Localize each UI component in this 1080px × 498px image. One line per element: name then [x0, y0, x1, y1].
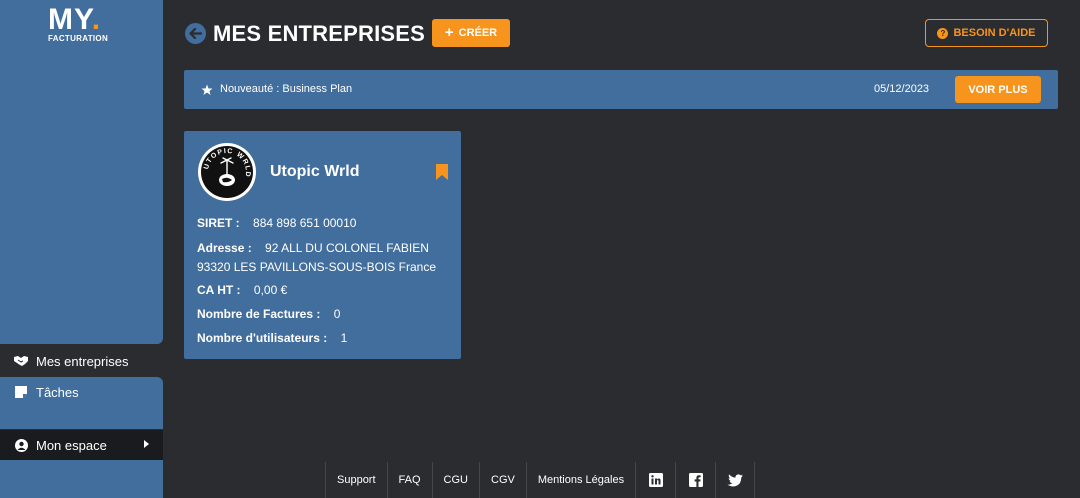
invoices-label: Nombre de Factures : — [197, 307, 321, 321]
users-value: 1 — [340, 331, 348, 345]
siret-value: 884 898 651 00010 — [253, 216, 357, 230]
handshake-icon — [14, 354, 28, 368]
address-line1: 92 ALL DU COLONEL FABIEN — [265, 241, 429, 255]
facebook-icon[interactable] — [675, 462, 715, 498]
address-row: Adresse : 92 ALL DU COLONEL FABIEN 93320… — [197, 239, 452, 277]
footer-link-cgv[interactable]: CGV — [479, 462, 526, 498]
company-name: Utopic Wrld — [270, 163, 360, 180]
sidebar-footer — [0, 460, 163, 498]
news-banner: Nouveauté : Business Plan 05/12/2023 VOI… — [184, 70, 1058, 109]
users-label: Nombre d'utilisateurs : — [197, 331, 328, 345]
help-button[interactable]: ? BESOIN D'AIDE — [925, 19, 1048, 47]
utopic-logo-icon: UTOPIC WRLD — [203, 148, 250, 186]
news-text: Nouveauté : Business Plan — [220, 83, 353, 95]
sidebar-panel: MY. FACTURATION — [0, 0, 163, 344]
bookmark-icon[interactable] — [436, 164, 448, 185]
siret-label: SIRET : — [197, 216, 240, 230]
create-button-label: CRÉER — [458, 27, 498, 39]
address-label: Adresse : — [197, 241, 252, 255]
logo-subtitle: FACTURATION — [48, 34, 109, 43]
footer-link-mentions-legales[interactable]: Mentions Légales — [525, 462, 635, 498]
footer-links: Support FAQ CGU CGV Mentions Légales — [325, 462, 756, 498]
user-circle-icon — [14, 438, 28, 452]
siret-row: SIRET : 884 898 651 00010 — [197, 215, 356, 231]
voir-plus-button[interactable]: VOIR PLUS — [955, 76, 1041, 103]
sidebar-item-label: Mes entreprises — [36, 353, 129, 369]
sidebar-item-mon-espace[interactable]: Mon espace — [0, 430, 163, 460]
news-date: 05/12/2023 — [874, 83, 930, 95]
help-button-label: BESOIN D'AIDE — [953, 27, 1036, 39]
logo-dot: . — [91, 3, 102, 36]
note-icon — [14, 385, 28, 399]
company-card[interactable]: UTOPIC WRLD Utopic Wrld SIRET : 884 898 … — [184, 131, 461, 359]
ca-row: CA HT : 0,00 € — [197, 282, 287, 298]
sidebar-item-taches[interactable]: Tâches — [0, 377, 163, 429]
back-arrow-icon[interactable] — [185, 23, 206, 44]
question-circle-icon: ? — [937, 27, 949, 39]
footer-link-faq[interactable]: FAQ — [386, 462, 432, 498]
twitter-icon[interactable] — [715, 462, 756, 498]
ca-label: CA HT : — [197, 283, 241, 297]
sidebar-item-mes-entreprises[interactable]: Mes entreprises — [0, 346, 163, 376]
footer-link-cgu[interactable]: CGU — [431, 462, 479, 498]
invoices-value: 0 — [333, 307, 341, 321]
page-title: MES ENTREPRISES — [213, 21, 426, 46]
ca-value: 0,00 € — [253, 283, 288, 297]
sidebar-item-label: Mon espace — [36, 437, 107, 453]
footer-link-support[interactable]: Support — [325, 462, 387, 498]
star-icon — [201, 83, 213, 101]
invoices-row: Nombre de Factures : 0 — [197, 306, 340, 322]
address-line2: 93320 LES PAVILLONS-SOUS-BOIS France — [197, 260, 436, 274]
create-button[interactable]: + CRÉER — [432, 19, 510, 47]
users-row: Nombre d'utilisateurs : 1 — [197, 330, 347, 346]
sidebar-item-label: Tâches — [36, 385, 79, 400]
linkedin-icon[interactable] — [635, 462, 675, 498]
app-logo[interactable]: MY. FACTURATION — [48, 3, 118, 44]
chevron-right-icon — [144, 440, 149, 448]
plus-icon: + — [444, 24, 454, 41]
company-avatar: UTOPIC WRLD — [198, 143, 256, 201]
logo-brand: MY — [48, 3, 92, 36]
